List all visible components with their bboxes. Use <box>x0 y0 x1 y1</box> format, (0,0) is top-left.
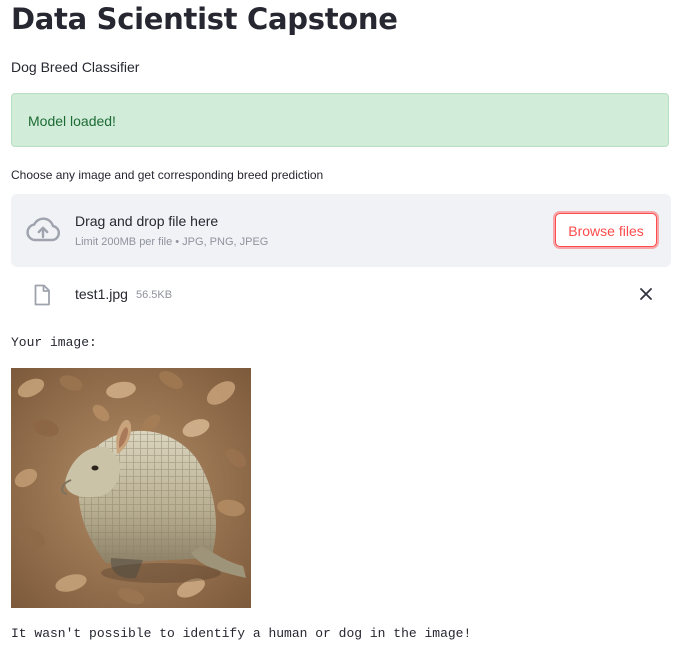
uploaded-file-size: 56.5KB <box>136 289 173 301</box>
image-caption: Your image: <box>11 335 97 350</box>
file-dropzone[interactable]: Drag and drop file here Limit 200MB per … <box>11 194 671 267</box>
cloud-upload-icon <box>26 217 61 242</box>
dropzone-instructions: Drag and drop file here <box>75 213 219 229</box>
success-alert: Model loaded! <box>11 93 669 147</box>
alert-message: Model loaded! <box>28 113 116 129</box>
page-subtitle: Dog Breed Classifier <box>11 59 140 75</box>
browse-files-button[interactable]: Browse files <box>555 213 657 247</box>
file-icon <box>34 284 50 306</box>
prediction-result: It wasn't possible to identify a human o… <box>11 626 472 641</box>
dropzone-file-limits: Limit 200MB per file • JPG, PNG, JPEG <box>75 236 269 248</box>
armadillo-image <box>11 368 251 608</box>
uploaded-image <box>11 368 251 608</box>
close-icon[interactable] <box>639 287 653 301</box>
uploaded-file-name: test1.jpg <box>75 286 128 302</box>
uploaded-file-row: test1.jpg 56.5KB <box>11 278 671 312</box>
page-title: Data Scientist Capstone <box>11 2 398 36</box>
file-uploader-label: Choose any image and get corresponding b… <box>11 168 324 182</box>
